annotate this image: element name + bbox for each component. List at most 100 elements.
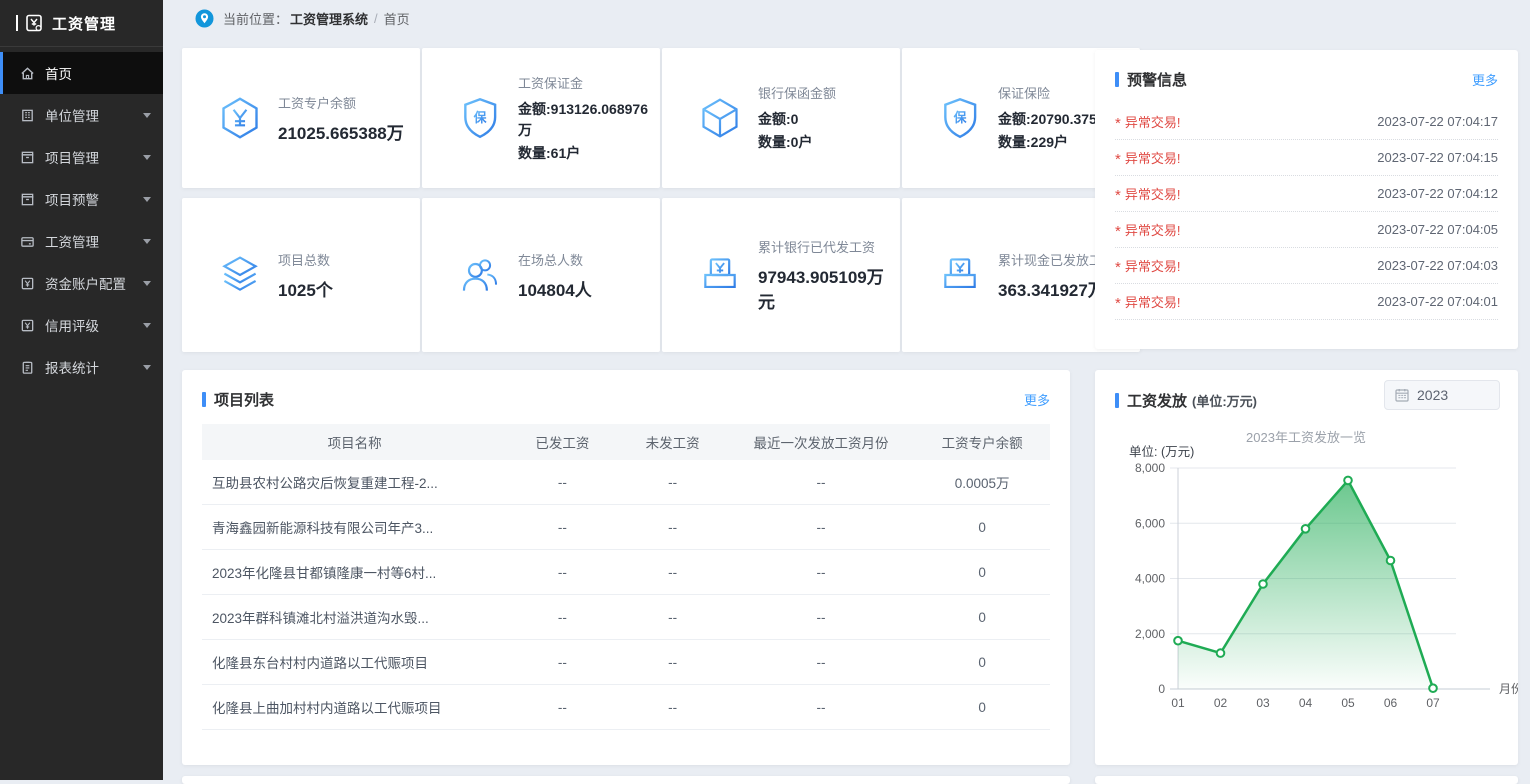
- project-cell: --: [728, 700, 915, 715]
- chart-title: 2023年工资发放一览: [1246, 430, 1366, 445]
- y-tick-label: 2,000: [1135, 627, 1165, 641]
- money-icon: [938, 252, 982, 298]
- alert-time: 2023-07-22 07:03:50: [1377, 330, 1498, 331]
- sidebar-item-6[interactable]: 信用评级: [0, 304, 163, 346]
- alert-item-5[interactable]: *异常交易!2023-07-22 07:04:01: [1115, 284, 1498, 320]
- table-row-6[interactable]: 平安区古城乡村内道路以工代赈项目..等------60.252096万: [202, 730, 1050, 742]
- cube-icon: [698, 95, 742, 141]
- svg-text:保: 保: [473, 110, 487, 125]
- alert-time: 2023-07-22 07:04:01: [1377, 294, 1498, 309]
- projects-table: 项目名称已发工资未发工资最近一次发放工资月份工资专户余额 互助县农村公路灾后恢复…: [202, 424, 1050, 742]
- project-cell: --: [507, 475, 617, 490]
- stat-card-text: 项目总数1025个: [278, 250, 420, 301]
- asterisk-icon: *: [1115, 299, 1121, 309]
- project-name: 化隆县上曲加村村内道路以工代赈项目: [202, 697, 507, 717]
- alert-time: 2023-07-22 07:04:17: [1377, 114, 1498, 129]
- breadcrumb-current[interactable]: 首页: [384, 9, 410, 28]
- stat-card-title: 工资保证金: [518, 73, 660, 92]
- x-tick-label: 03: [1256, 696, 1270, 710]
- project-cell: 0: [914, 565, 1050, 580]
- data-point[interactable]: [1344, 477, 1352, 485]
- chevron-down-icon: [143, 365, 151, 370]
- people-icon: [458, 252, 502, 298]
- sidebar-menu: 首页单位管理项目管理项目预警工资管理资金账户配置信用评级报表统计: [0, 47, 163, 388]
- project-name: 2023年化隆县甘都镇隆康一村等6村...: [202, 562, 507, 582]
- sidebar-item-4[interactable]: 工资管理: [0, 220, 163, 262]
- project-cell: --: [507, 520, 617, 535]
- data-point[interactable]: [1302, 525, 1310, 533]
- sidebar-item-label: 资金账户配置: [45, 273, 126, 293]
- stat-card-value: 1025个: [278, 276, 420, 301]
- alert-item-6[interactable]: *异常交易!2023-07-22 07:03:50: [1115, 320, 1498, 331]
- project-cell: --: [728, 655, 915, 670]
- project-cell: --: [507, 655, 617, 670]
- clipboard-icon: [20, 360, 35, 375]
- x-tick-label: 05: [1341, 696, 1355, 710]
- project-cell: --: [728, 520, 915, 535]
- logo-divider: [16, 15, 18, 31]
- alert-item-1[interactable]: *异常交易!2023-07-22 07:04:15: [1115, 140, 1498, 176]
- sidebar-item-5[interactable]: 资金账户配置: [0, 262, 163, 304]
- breadcrumb-root[interactable]: 工资管理系统: [290, 9, 368, 28]
- alerts-more-link[interactable]: 更多: [1472, 70, 1498, 89]
- alert-item-3[interactable]: *异常交易!2023-07-22 07:04:05: [1115, 212, 1498, 248]
- sidebar-item-label: 报表统计: [45, 357, 99, 377]
- alert-text: *异常交易!: [1115, 148, 1180, 167]
- stat-card-value: 21025.665388万: [278, 119, 420, 144]
- sidebar-item-3[interactable]: 项目预警: [0, 178, 163, 220]
- svg-text:保: 保: [953, 110, 967, 125]
- breadcrumb-separator: /: [374, 11, 378, 26]
- archive-icon: [20, 150, 35, 165]
- next-row-panel-peek: [1095, 776, 1518, 784]
- table-row-1[interactable]: 青海鑫园新能源科技有限公司年产3...------0: [202, 505, 1050, 550]
- app-logo: 工资管理: [0, 0, 163, 47]
- asterisk-icon: *: [1115, 191, 1121, 201]
- project-cell: --: [618, 475, 728, 490]
- asterisk-icon: *: [1115, 263, 1121, 273]
- data-point[interactable]: [1259, 580, 1267, 588]
- alert-item-0[interactable]: *异常交易!2023-07-22 07:04:17: [1115, 104, 1498, 140]
- project-cell: --: [507, 610, 617, 625]
- project-name: 青海鑫园新能源科技有限公司年产3...: [202, 517, 507, 537]
- table-row-5[interactable]: 化隆县上曲加村村内道路以工代赈项目------0: [202, 685, 1050, 730]
- projects-panel-header: 项目列表 更多: [202, 386, 1050, 412]
- sidebar-item-2[interactable]: 项目管理: [0, 136, 163, 178]
- y-tick-label: 4,000: [1135, 572, 1165, 586]
- home-icon: [20, 66, 35, 81]
- sidebar-item-0[interactable]: 首页: [0, 52, 163, 94]
- stat-card-text: 在场总人数104804人: [518, 250, 660, 301]
- x-tick-label: 01: [1171, 696, 1185, 710]
- table-row-4[interactable]: 化隆县东台村村内道路以工代赈项目------0: [202, 640, 1050, 685]
- column-header-4: 工资专户余额: [914, 432, 1050, 452]
- salary-badge-icon: [24, 13, 44, 33]
- project-cell: 0.0005万: [914, 472, 1050, 492]
- sidebar: 工资管理 首页单位管理项目管理项目预警工资管理资金账户配置信用评级报表统计: [0, 0, 163, 780]
- project-cell: 0: [914, 610, 1050, 625]
- sidebar-item-7[interactable]: 报表统计: [0, 346, 163, 388]
- data-point[interactable]: [1387, 557, 1395, 565]
- sidebar-item-1[interactable]: 单位管理: [0, 94, 163, 136]
- table-row-3[interactable]: 2023年群科镇滩北村溢洪道沟水毁...------0: [202, 595, 1050, 640]
- data-point[interactable]: [1217, 649, 1225, 657]
- column-header-2: 未发工资: [618, 432, 728, 452]
- projects-more-link[interactable]: 更多: [1024, 390, 1050, 409]
- stat-card-0: 工资专户余额21025.665388万: [182, 48, 420, 188]
- stat-card-text: 工资专户余额21025.665388万: [278, 93, 420, 144]
- table-row-2[interactable]: 2023年化隆县甘都镇隆康一村等6村...------0: [202, 550, 1050, 595]
- breadcrumb-prefix: 当前位置：: [223, 9, 288, 28]
- projects-panel-title: 项目列表: [214, 389, 274, 410]
- alert-item-4[interactable]: *异常交易!2023-07-22 07:04:03: [1115, 248, 1498, 284]
- accent-bar: [1115, 72, 1119, 87]
- table-row-0[interactable]: 互助县农村公路灾后恢复重建工程-2...------0.0005万: [202, 460, 1050, 505]
- chevron-down-icon: [143, 323, 151, 328]
- stat-card-line: 数量:0户: [758, 132, 900, 153]
- yen-box-icon: [20, 276, 35, 291]
- projects-table-body: 互助县农村公路灾后恢复重建工程-2...------0.0005万青海鑫园新能源…: [202, 460, 1050, 742]
- sidebar-item-label: 项目预警: [45, 189, 99, 209]
- data-point[interactable]: [1174, 637, 1182, 645]
- alert-item-2[interactable]: *异常交易!2023-07-22 07:04:12: [1115, 176, 1498, 212]
- stat-card-5: 在场总人数104804人: [422, 198, 660, 352]
- data-point[interactable]: [1429, 684, 1437, 692]
- y-tick-label: 0: [1158, 682, 1165, 696]
- stat-card-text: 累计银行已代发工资97943.905109万元: [758, 237, 900, 313]
